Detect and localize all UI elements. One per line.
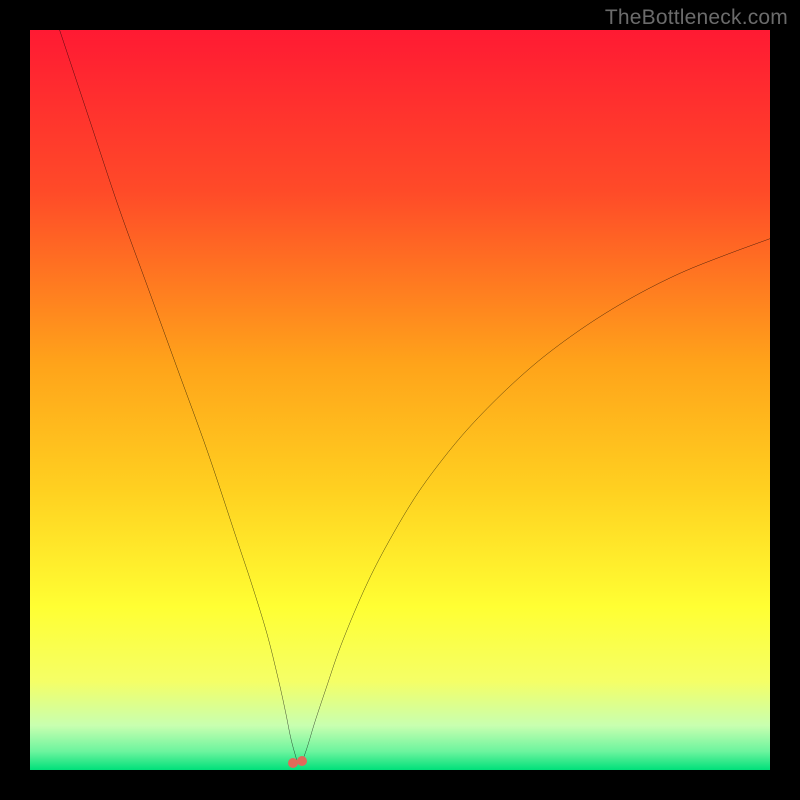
bottleneck-curve xyxy=(30,30,770,770)
watermark-text: TheBottleneck.com xyxy=(605,6,788,30)
min-marker-2 xyxy=(297,756,307,766)
plot-area xyxy=(30,30,770,770)
chart-stage: TheBottleneck.com xyxy=(0,0,800,800)
